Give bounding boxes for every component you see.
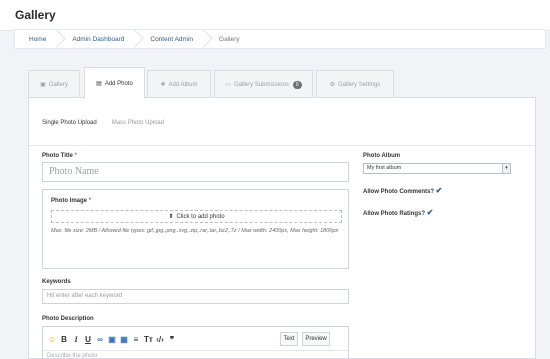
- gallery-panel: ▣ Gallery ▤ Add Photo ✚ Add Album ▭ Gall…: [28, 67, 536, 359]
- tab-gallery[interactable]: ▣ Gallery: [28, 70, 80, 98]
- link-icon[interactable]: ∞: [96, 335, 104, 344]
- image-insert-icon[interactable]: ▦: [120, 335, 128, 344]
- photo-album-label: Photo Album: [363, 153, 401, 159]
- chevron-down-icon: ▾: [502, 164, 510, 173]
- description-editor: ☺ B I U ∞ ▣ ▦ ≡ Tт ‹/› ❞ Text Preview De…: [42, 326, 349, 359]
- code-icon[interactable]: ‹/›: [156, 335, 164, 344]
- italic-icon[interactable]: I: [72, 335, 80, 344]
- allow-ratings-option: Allow Photo Ratings? ✔: [363, 208, 433, 217]
- upload-help-text: Max. file size: 2MB / Allowed file types…: [51, 228, 339, 234]
- align-icon[interactable]: ≡: [132, 335, 140, 344]
- description-label: Photo Description: [42, 316, 94, 322]
- allow-comments-label: Allow Photo Comments?: [363, 189, 434, 195]
- underline-icon[interactable]: U: [84, 335, 92, 344]
- tab-add-photo[interactable]: ▤ Add Photo: [84, 67, 145, 99]
- add-photo-icon: ▤: [96, 81, 102, 87]
- photo-image-label: Photo Image *: [51, 198, 92, 204]
- allow-ratings-label: Allow Photo Ratings?: [363, 211, 425, 217]
- breadcrumb-home[interactable]: Home: [15, 30, 58, 48]
- subtab-mass-upload[interactable]: Mass Photo Upload: [112, 120, 164, 126]
- page-title: Gallery: [15, 8, 56, 22]
- submissions-count-badge: 0: [292, 80, 302, 89]
- divider: [29, 145, 535, 146]
- album-select-value: My first album: [367, 165, 402, 171]
- add-photo-card: Single Photo Upload Mass Photo Upload Ph…: [28, 97, 536, 359]
- image-icon: ▣: [40, 82, 46, 88]
- editor-toolbar: ☺ B I U ∞ ▣ ▦ ≡ Tт ‹/› ❞: [48, 335, 176, 344]
- keywords-input[interactable]: Hit enter after each keyword: [42, 289, 349, 304]
- tab-gallery-settings[interactable]: ⚙ Gallery Settings: [316, 70, 394, 98]
- allow-ratings-checkbox[interactable]: ✔: [427, 208, 434, 217]
- description-textarea[interactable]: Describe the photo: [47, 353, 97, 359]
- album-select[interactable]: My first album ▾: [363, 163, 511, 174]
- text-format-icon[interactable]: Tт: [144, 335, 153, 344]
- tab-label: Add Photo: [104, 80, 133, 87]
- tab-label: Gallery Submissions: [234, 81, 289, 88]
- dropzone-label: Click to add photo: [176, 213, 225, 220]
- quote-icon[interactable]: ❞: [168, 335, 176, 344]
- breadcrumb-content-admin[interactable]: Content Admin: [136, 30, 205, 48]
- inbox-icon: ▭: [225, 82, 232, 88]
- preview-mode-button[interactable]: Preview: [302, 332, 330, 346]
- tab-add-album[interactable]: ✚ Add Album: [147, 70, 211, 98]
- upload-mode-tabs: Single Photo Upload Mass Photo Upload: [42, 120, 164, 126]
- breadcrumb: Home Admin Dashboard Content Admin Galle…: [14, 29, 546, 49]
- subtab-single-upload[interactable]: Single Photo Upload: [42, 120, 97, 126]
- bold-icon[interactable]: B: [60, 335, 68, 344]
- tab-label: Gallery: [48, 81, 68, 88]
- tab-gallery-submissions[interactable]: ▭ Gallery Submissions 0: [214, 70, 313, 98]
- page-header: Gallery: [0, 0, 550, 31]
- photo-dropzone[interactable]: ⬆ Click to add photo: [51, 210, 342, 223]
- plus-icon: ✚: [160, 82, 166, 88]
- photo-title-label: Photo Title *: [42, 153, 77, 159]
- allow-comments-checkbox[interactable]: ✔: [436, 186, 443, 195]
- photo-image-box: Photo Image * ⬆ Click to add photo Max. …: [42, 189, 349, 269]
- text-mode-button[interactable]: Text: [280, 332, 298, 346]
- media-icon[interactable]: ▣: [108, 335, 116, 344]
- emoji-icon[interactable]: ☺: [48, 335, 56, 344]
- tab-bar: ▣ Gallery ▤ Add Photo ✚ Add Album ▭ Gall…: [28, 67, 536, 99]
- cogs-icon: ⚙: [329, 82, 336, 88]
- photo-title-input[interactable]: Photo Name: [42, 162, 349, 182]
- tab-label: Gallery Settings: [338, 81, 381, 88]
- upload-icon: ⬆: [168, 214, 174, 220]
- editor-divider: [43, 350, 348, 351]
- tab-label: Add Album: [168, 81, 198, 88]
- allow-comments-option: Allow Photo Comments? ✔: [363, 186, 442, 195]
- keywords-label: Keywords: [42, 279, 71, 285]
- breadcrumb-admin-dashboard[interactable]: Admin Dashboard: [58, 30, 136, 48]
